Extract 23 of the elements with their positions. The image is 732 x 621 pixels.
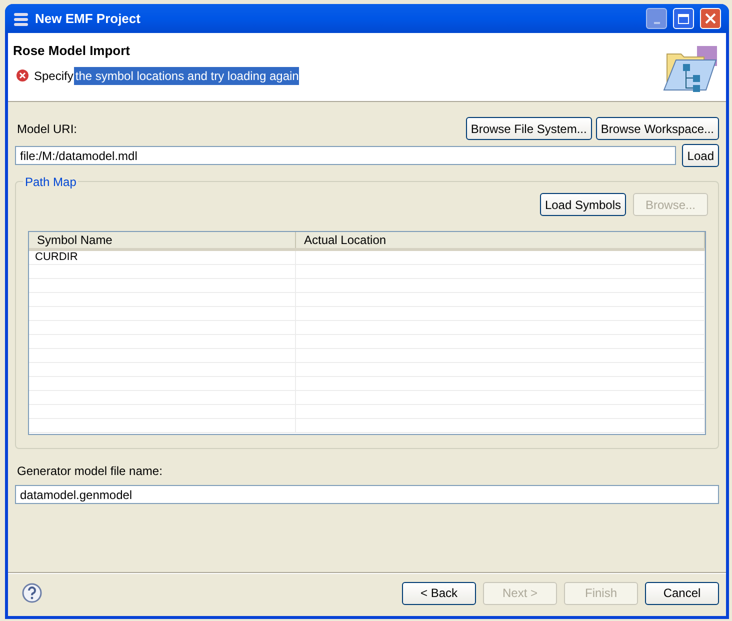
help-icon[interactable] [22,583,42,603]
field-label: Model URI: [17,120,78,138]
close-button[interactable] [700,8,721,29]
error-icon [16,69,29,82]
table-cell: CURDIR [29,251,296,264]
model-uri-field[interactable]: file:/M:/datamodel.mdl [15,146,676,165]
field-label: Generator model file name: [17,463,164,480]
selected-message-text: the symbol locations and try loading again [74,66,299,84]
message-text: Specify [34,68,74,84]
maximize-button[interactable] [673,8,694,29]
generator-file-field[interactable]: datamodel.genmodel [15,485,719,504]
wizard-button[interactable]: Cancel [645,582,719,604]
page-title: Rose Model Import [13,42,132,60]
browse-button[interactable]: Browse Workspace... [596,117,719,140]
column-header[interactable]: Symbol Name [29,232,296,248]
load-button[interactable]: Load [682,144,719,167]
browse-button[interactable]: Browse File System... [466,117,592,140]
load-symbols-button[interactable]: Load Symbols [540,193,626,216]
close-icon [705,13,716,24]
column-header[interactable]: Actual Location [296,232,705,248]
stack-icon [13,10,29,26]
wizard-button[interactable]: < Back [402,582,476,604]
window-title: New EMF Project [35,10,142,28]
